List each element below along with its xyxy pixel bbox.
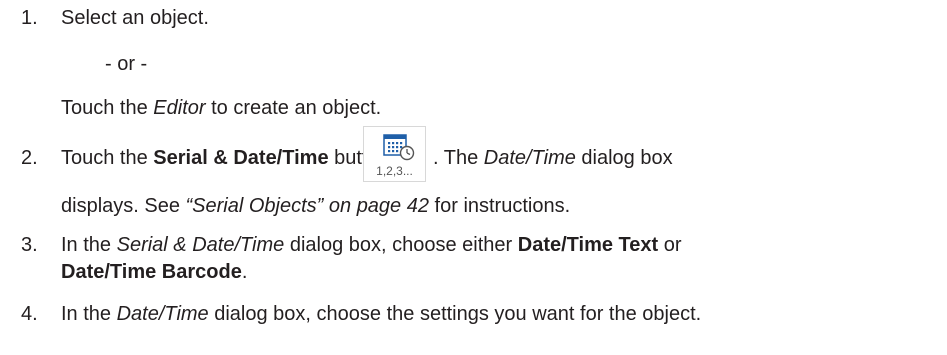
step-3-end: . bbox=[241, 261, 248, 283]
step-3-mid: dialog box, choose either bbox=[284, 234, 518, 256]
step-1-alt-pre: Touch the bbox=[61, 97, 154, 119]
step-2-line-2: displays. See “Serial Objects” on page 4… bbox=[61, 194, 570, 218]
step-2-line2-post: for instructions. bbox=[428, 195, 571, 217]
step-3-line-2: Date/Time Barcode. bbox=[61, 260, 247, 284]
step-3-pre: In the bbox=[61, 234, 117, 256]
step-3-bold-option-2: Date/Time Barcode bbox=[61, 261, 242, 283]
step-1-alt-post: to create an object. bbox=[205, 97, 382, 119]
step-2-number: 2. bbox=[21, 147, 38, 169]
step-3-line-1: In the Serial & Date/Time dialog box, ch… bbox=[61, 233, 682, 257]
step-1-or: - or - bbox=[105, 53, 148, 75]
step-1-alternative: Touch the Editor to create an object. bbox=[61, 96, 381, 120]
step-4-italic-dialog: Date/Time bbox=[116, 303, 209, 325]
serial-date-time-button[interactable]: 1,2,3... bbox=[363, 126, 426, 182]
step-4-line: In the Date/Time dialog box, choose the … bbox=[61, 302, 701, 326]
step-2-line2-pre: displays. See bbox=[61, 195, 186, 217]
step-4-number: 4. bbox=[21, 303, 38, 325]
step-1-alt-editor: Editor bbox=[153, 97, 206, 119]
step-3-bold-option-1: Date/Time Text bbox=[517, 234, 659, 256]
step-3-number: 3. bbox=[21, 234, 38, 256]
step-1-number: 1. bbox=[21, 7, 38, 29]
step-2-post: . The bbox=[433, 147, 484, 169]
step-4-pre: In the bbox=[61, 303, 117, 325]
step-4-post: dialog box, choose the settings you want… bbox=[208, 303, 702, 325]
step-2-line-1a: Touch the Serial & Date/Time button bbox=[61, 146, 390, 170]
step-2-cross-reference: “Serial Objects” on page 42 bbox=[185, 195, 429, 217]
step-3-italic-dialog: Serial & Date/Time bbox=[116, 234, 285, 256]
step-2-post2: dialog box bbox=[575, 147, 673, 169]
serial-date-time-icon-caption: 1,2,3... bbox=[376, 164, 413, 178]
step-1-text: Select an object. bbox=[61, 7, 209, 29]
step-2-italic-dialog: Date/Time bbox=[483, 147, 576, 169]
step-2-bold-button-name: Serial & Date/Time bbox=[153, 147, 329, 169]
step-3-post: or bbox=[658, 234, 682, 256]
step-2-line-1b: . The Date/Time dialog box bbox=[433, 146, 673, 170]
step-2-pre: Touch the bbox=[61, 147, 154, 169]
